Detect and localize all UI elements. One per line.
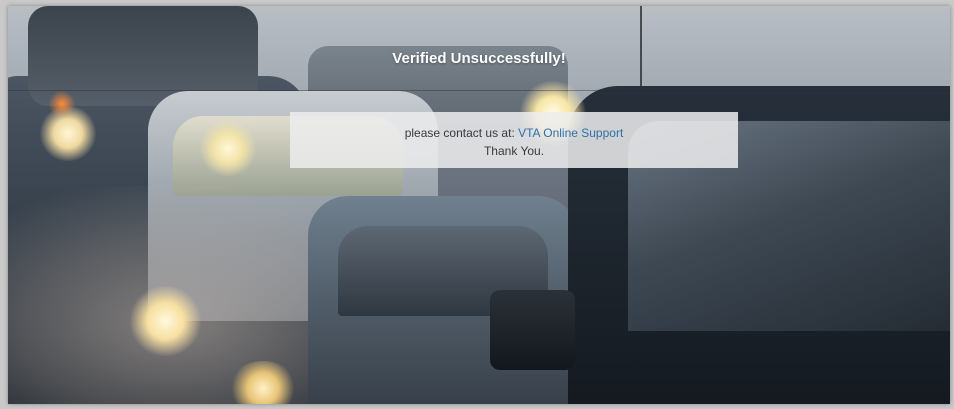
message-box: please contact us at: VTA Online Support… xyxy=(290,112,738,168)
taillight-glow xyxy=(48,91,76,117)
contact-prefix: please contact us at: xyxy=(404,126,519,140)
background-side-mirror xyxy=(490,290,575,370)
background-wire xyxy=(8,90,950,91)
contact-line: please contact us at: VTA Online Support xyxy=(290,124,738,142)
page-frame: Verified Unsuccessfully! please contact … xyxy=(8,6,950,404)
background-pole xyxy=(640,6,642,86)
status-title: Verified Unsuccessfully! xyxy=(392,50,566,67)
support-link[interactable]: VTA Online Support xyxy=(518,126,623,140)
headlight-glow xyxy=(128,286,203,356)
headlight-glow xyxy=(198,121,258,176)
thank-you-text: Thank You. xyxy=(483,144,545,158)
